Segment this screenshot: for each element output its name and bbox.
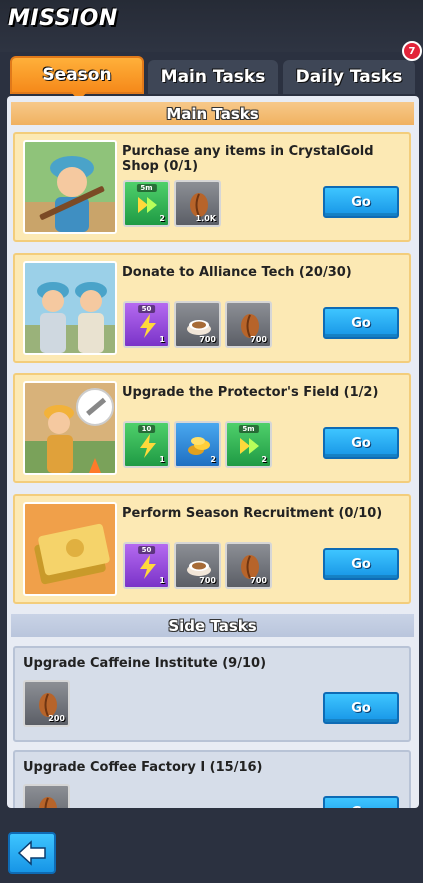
speedup-icon [240,438,259,454]
lightning-icon [140,434,156,458]
reward-lightning: 50 1 [123,542,170,589]
task-title: Donate to Alliance Tech (20/30) [122,265,352,280]
bottom-bar [0,808,423,883]
reward-speedup: 5m 2 [225,421,272,468]
reward-coffee-bean: 1.0K [174,180,221,227]
lightning-icon [140,555,156,579]
tab-daily-tasks[interactable]: Daily Tasks [283,60,415,94]
go-button[interactable]: Go [323,307,399,339]
task-card: Perform Season Recruitment (0/10) 50 1 7… [13,494,411,604]
mission-panel: Main Tasks Purchase any items in Crystal… [7,96,419,808]
soldier-with-rifle-icon [23,140,117,234]
back-arrow-icon [17,840,46,866]
tab-season[interactable]: Season [10,56,144,101]
gold-coins-icon [188,437,210,455]
go-button[interactable]: Go [323,427,399,459]
builder-hammer-icon [23,381,117,475]
side-task-card: Upgrade Caffeine Institute (9/10) 200 Go [13,646,411,742]
reward-lightning: 10 1 [123,421,170,468]
lightning-icon [140,314,156,338]
notification-badge: 7 [402,41,422,61]
page-title: MISSION [8,6,118,31]
reward-coffee-cup: 700 [174,301,221,348]
task-title: Purchase any items in CrystalGold Shop (… [122,144,374,174]
go-button[interactable]: Go [323,548,399,580]
tab-main-tasks[interactable]: Main Tasks [148,60,278,94]
go-button[interactable]: Go [323,186,399,218]
task-card: Upgrade the Protector's Field (1/2) 10 1… [13,373,411,483]
tab-bar: Season Main Tasks Daily Tasks [0,52,423,101]
back-button[interactable] [8,832,56,874]
go-button[interactable]: Go [323,692,399,724]
task-title: Upgrade Coffee Factory I (15/16) [23,760,263,775]
section-header-side-tasks: Side Tasks [11,614,414,637]
side-task-card: Upgrade Coffee Factory I (15/16) Go [13,750,411,808]
top-bar: MISSION [0,0,423,52]
reward-coffee-cup: 700 [174,542,221,589]
coffee-bean-icon [39,797,57,808]
task-title: Perform Season Recruitment (0/10) [122,506,383,521]
task-title: Upgrade Caffeine Institute (9/10) [23,656,267,671]
reward-coffee-bean [23,784,70,808]
speedup-icon [138,197,157,213]
two-soldiers-icon [23,261,117,355]
task-title: Upgrade the Protector's Field (1/2) [122,385,379,400]
task-card: Donate to Alliance Tech (20/30) 50 1 700… [13,253,411,363]
reward-lightning: 50 1 [123,301,170,348]
section-header-main-tasks: Main Tasks [11,102,414,125]
reward-gold-coins: 2 [174,421,221,468]
reward-coffee-bean: 700 [225,542,272,589]
reward-speedup: 5m 2 [123,180,170,227]
gold-ticket-icon [23,502,117,596]
go-button[interactable]: Go [323,796,399,808]
reward-coffee-bean: 700 [225,301,272,348]
reward-coffee-bean: 200 [23,680,70,727]
task-card: Purchase any items in CrystalGold Shop (… [13,132,411,242]
